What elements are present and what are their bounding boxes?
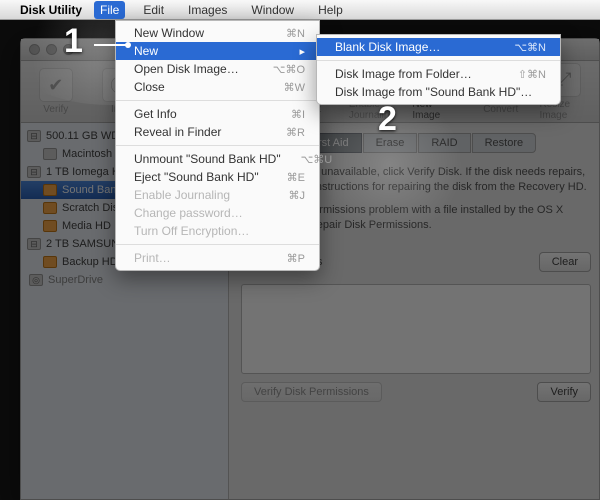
toolbar-verify-button: ✔︎Verify: [31, 68, 81, 115]
drive-icon: ⊟: [27, 130, 41, 142]
app-name[interactable]: Disk Utility: [20, 3, 82, 17]
file-menu-item-2[interactable]: Open Disk Image…⌥⌘O: [116, 60, 319, 78]
file-menu-dropdown: New Window⌘NNewOpen Disk Image…⌥⌘OClose⌘…: [115, 20, 320, 271]
tab-restore[interactable]: Restore: [472, 133, 537, 153]
file-menu-item-0[interactable]: New Window⌘N: [116, 24, 319, 42]
menubar: Disk Utility File Edit Images Window Hel…: [0, 0, 600, 20]
new-submenu-dropdown: Blank Disk Image…⌥⌘N Disk Image from Fold…: [316, 34, 561, 105]
file-menu-item-8[interactable]: Unmount "Sound Bank HD"⌥⌘U: [116, 150, 319, 168]
sidebar-superdrive[interactable]: ◎SuperDrive: [21, 271, 228, 289]
file-menu-item-9[interactable]: Eject "Sound Bank HD"⌘E: [116, 168, 319, 186]
new-submenu-item-2[interactable]: Disk Image from Folder…⇧⌘N: [317, 65, 560, 83]
file-menu-item-14: Print…⌘P: [116, 249, 319, 267]
menu-help[interactable]: Help: [312, 1, 349, 19]
volume-icon: [43, 256, 57, 268]
callout-1: 1: [64, 22, 132, 61]
volume-icon: [43, 202, 57, 214]
file-menu-item-5[interactable]: Get Info⌘I: [116, 105, 319, 123]
drive-icon: ⊟: [27, 238, 41, 250]
log-output: [241, 284, 591, 374]
callout-2: 2: [378, 100, 397, 139]
file-menu-item-6[interactable]: Reveal in Finder⌘R: [116, 123, 319, 141]
volume-icon: [43, 148, 57, 160]
tab-raid[interactable]: RAID: [418, 133, 470, 153]
file-menu-item-10: Enable Journaling⌘J: [116, 186, 319, 204]
file-menu-item-11: Change password…: [116, 204, 319, 222]
file-menu-item-12: Turn Off Encryption…: [116, 222, 319, 240]
file-menu-item-1[interactable]: New: [116, 42, 319, 60]
drive-icon: ⊟: [27, 166, 41, 178]
submenu-arrow-icon: [299, 44, 305, 58]
verify-disk-button[interactable]: Verify: [537, 382, 591, 402]
clear-button[interactable]: Clear: [539, 252, 591, 272]
menu-edit[interactable]: Edit: [137, 1, 170, 19]
volume-icon: [43, 184, 57, 196]
file-menu-item-3[interactable]: Close⌘W: [116, 78, 319, 96]
verify-permissions-button[interactable]: Verify Disk Permissions: [241, 382, 382, 402]
menu-images[interactable]: Images: [182, 1, 233, 19]
new-submenu-item-3[interactable]: Disk Image from "Sound Bank HD"…: [317, 83, 560, 101]
superdrive-icon: ◎: [29, 274, 43, 286]
menu-file[interactable]: File: [94, 1, 125, 19]
new-submenu-item-0[interactable]: Blank Disk Image…⌥⌘N: [317, 38, 560, 56]
volume-icon: [43, 220, 57, 232]
menu-window[interactable]: Window: [245, 1, 300, 19]
verify-icon: ✔︎: [39, 68, 73, 102]
